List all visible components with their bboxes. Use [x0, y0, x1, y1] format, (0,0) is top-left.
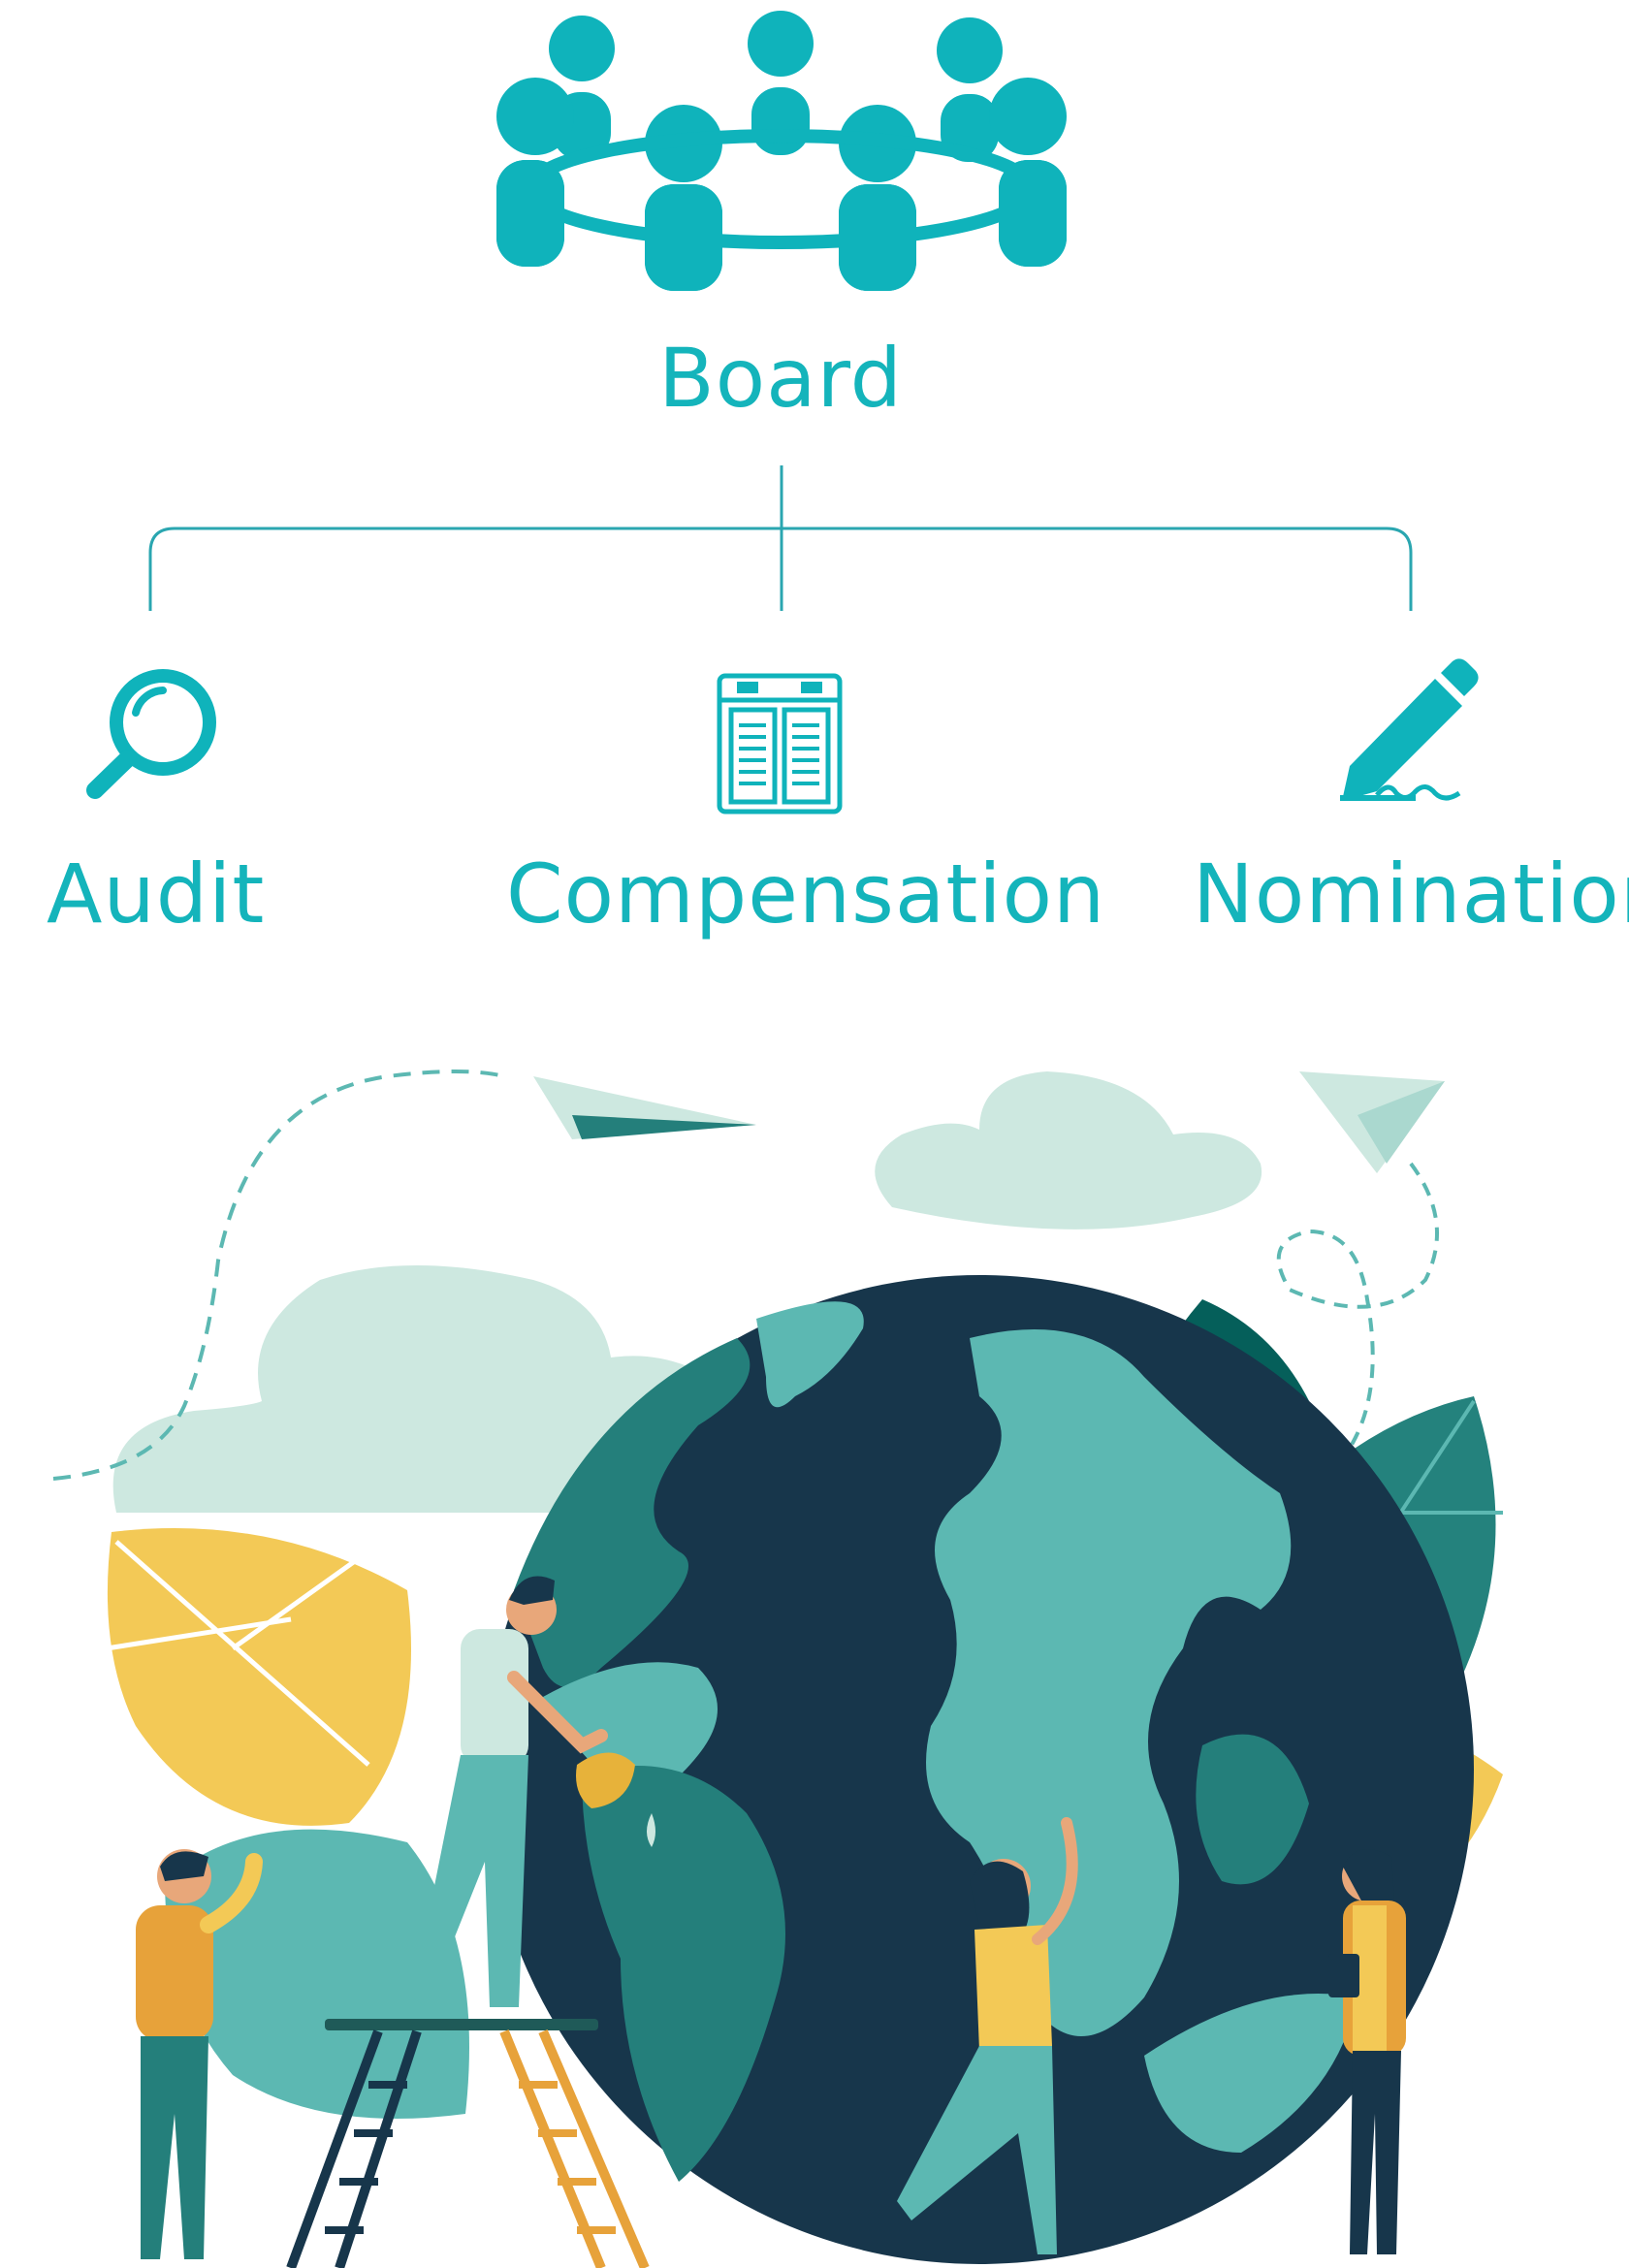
paper-plane-left [533, 1076, 756, 1139]
globe-illustration [52, 1070, 1503, 2268]
paper-plane-right [1299, 1071, 1445, 1173]
cloud-right [875, 1071, 1262, 1230]
